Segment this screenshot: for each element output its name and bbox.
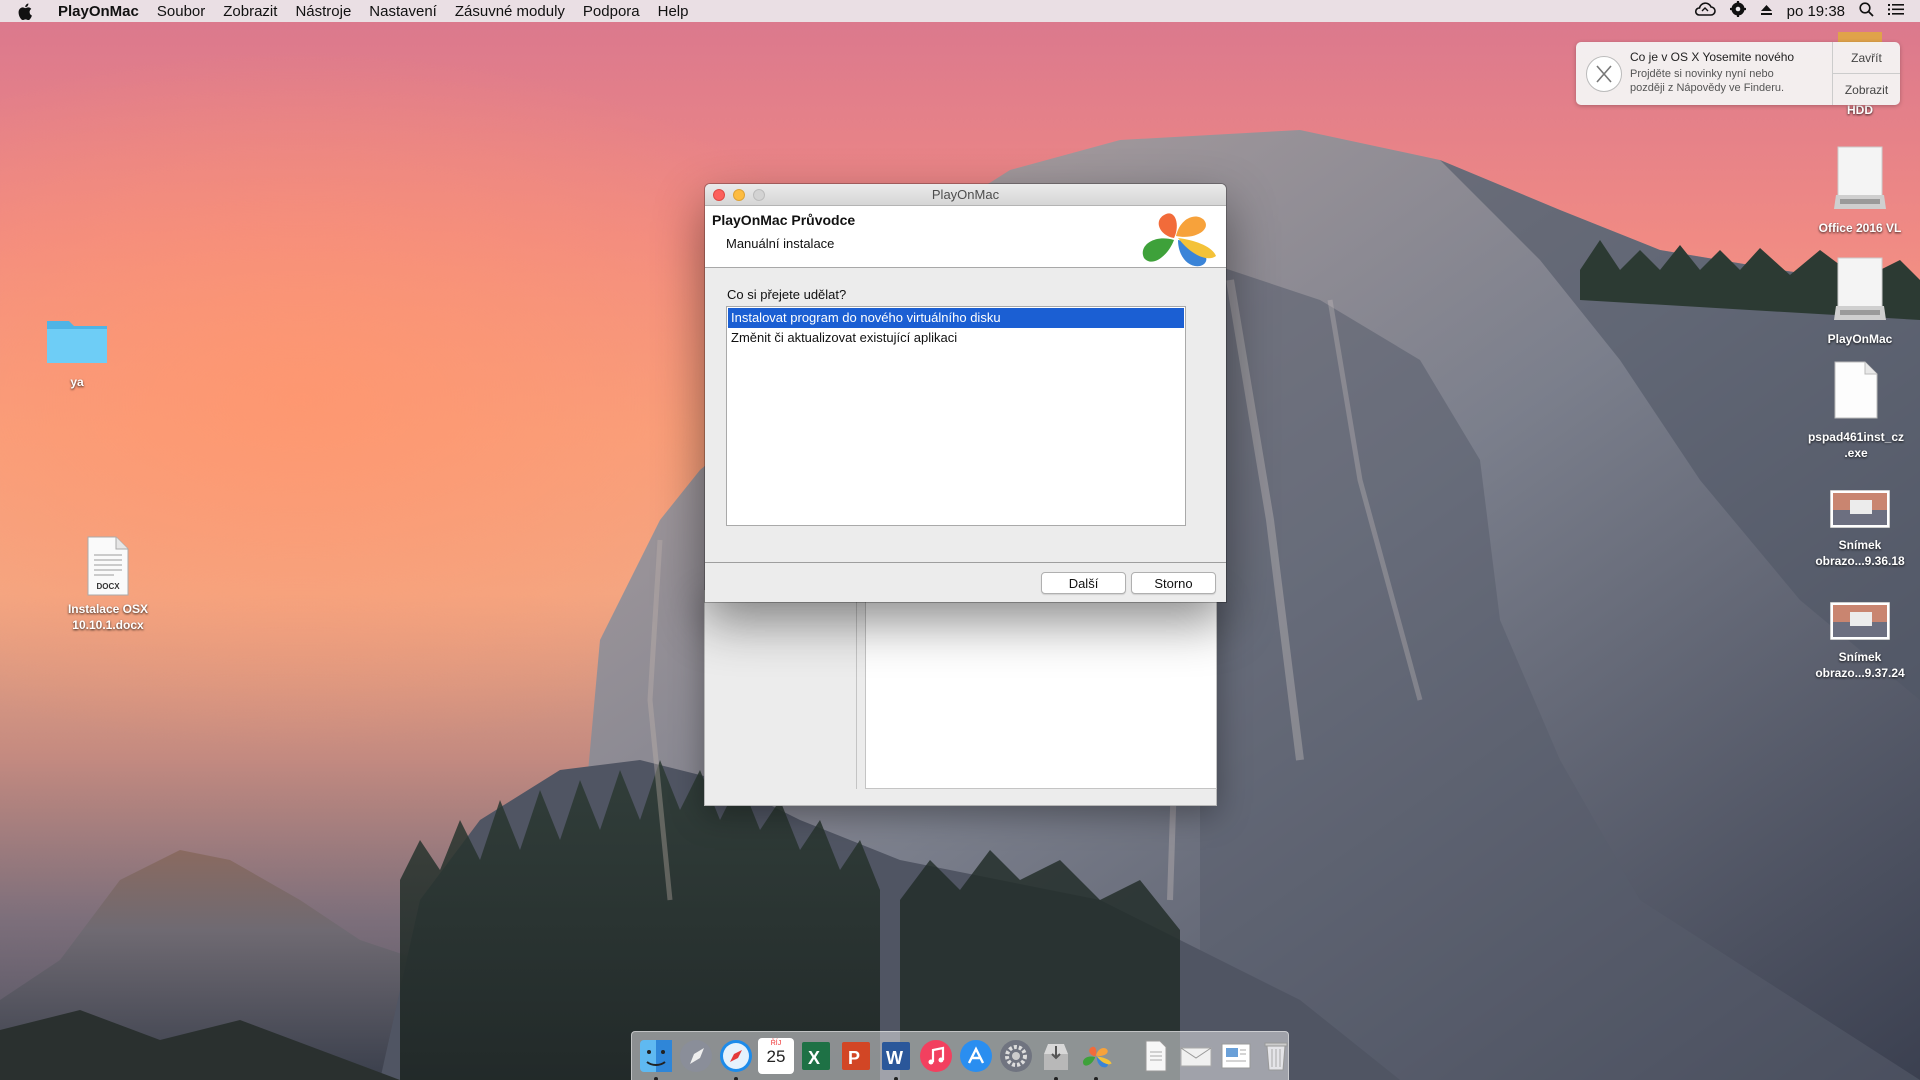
wizard-question: Co si přejete udělat? <box>727 287 847 302</box>
close-window-button[interactable] <box>713 189 725 201</box>
desktop-screenshot-2-label-1: Snímek <box>1838 650 1882 664</box>
desktop-folder-label: ya <box>70 375 84 389</box>
menu-app-name[interactable]: PlayOnMac <box>54 3 148 20</box>
word-icon[interactable]: W <box>878 1038 914 1080</box>
cloud-icon[interactable] <box>1694 2 1716 20</box>
dock: ŘÍJ 25 X P W <box>631 1031 1289 1080</box>
desktop-docx-file[interactable]: DOCX Instalace OSX 10.10.1.docx <box>53 535 163 633</box>
notification-body-line2: později z Nápovědy ve Finderu. <box>1630 82 1785 94</box>
desktop-screenshot-1[interactable]: Snímek obrazo...9.36.18 <box>1805 489 1915 569</box>
desktop-screenshot-2[interactable]: Snímek obrazo...9.37.24 <box>1805 601 1915 681</box>
background-window-content <box>865 591 1217 789</box>
menu-zasuvne-moduly[interactable]: Zásuvné moduly <box>446 3 574 20</box>
calendar-month: ŘÍJ <box>770 1040 782 1047</box>
desktop-screenshot-2-label-2: obrazo...9.37.24 <box>1815 666 1905 680</box>
wizard-header: PlayOnMac Průvodce Manuální instalace <box>705 206 1226 268</box>
safari-icon[interactable] <box>718 1038 754 1080</box>
notification-body: Projděte si novinky nyní nebo později z … <box>1630 67 1832 95</box>
screenshot-thumbnail-icon <box>1805 489 1915 533</box>
desktop-screenshot-1-label-2: obrazo...9.36.18 <box>1815 554 1905 568</box>
option-update-existing-app[interactable]: Změnit či aktualizovat existující aplika… <box>728 328 1184 348</box>
menu-zobrazit[interactable]: Zobrazit <box>214 3 286 20</box>
docx-badge: DOCX <box>96 582 120 591</box>
gear-icon[interactable] <box>1729 1 1746 21</box>
minimize-window-button[interactable] <box>733 189 745 201</box>
launchpad-icon[interactable] <box>678 1038 714 1074</box>
finder-icon[interactable] <box>638 1038 674 1080</box>
desktop-pspad-label-2: .exe <box>1844 446 1868 460</box>
next-button[interactable]: Další <box>1041 572 1126 594</box>
notification-close-button[interactable]: Zavřít <box>1833 42 1900 73</box>
playonmac-wizard-window: PlayOnMac PlayOnMac Průvodce Manuální in… <box>705 184 1226 602</box>
playonmac-clover-icon <box>1130 206 1222 273</box>
disk-image-icon <box>1805 145 1915 216</box>
footer-separator <box>705 562 1226 563</box>
eject-icon[interactable] <box>1760 3 1773 20</box>
background-window-sidebar <box>705 591 857 789</box>
list-icon[interactable] <box>1888 3 1904 20</box>
system-preferences-icon[interactable] <box>998 1038 1034 1074</box>
document-icon[interactable] <box>1138 1038 1174 1074</box>
menu-nastroje[interactable]: Nástroje <box>286 3 360 20</box>
playonmac-icon[interactable] <box>1078 1038 1114 1080</box>
zoom-window-button[interactable] <box>753 189 765 201</box>
svg-text:W: W <box>886 1048 903 1068</box>
desktop-folder-ya[interactable]: ya <box>22 313 132 390</box>
trash-icon[interactable] <box>1258 1038 1294 1074</box>
disk-image-icon <box>1805 256 1915 327</box>
desktop-pspad-exe[interactable]: pspad461inst_cz .exe <box>1801 360 1911 461</box>
wizard-subtitle: Manuální instalace <box>726 236 835 251</box>
notification-title: Co je v OS X Yosemite nového <box>1630 50 1795 64</box>
desktop-docx-label-1: Instalace OSX <box>67 602 149 616</box>
apple-icon[interactable] <box>18 3 40 20</box>
desktop-pspad-label-1: pspad461inst_cz <box>1807 430 1905 444</box>
mail-icon[interactable] <box>1178 1038 1214 1074</box>
screenshot-thumbnail-icon <box>1805 601 1915 645</box>
menubar-clock[interactable]: po 19:38 <box>1787 3 1845 20</box>
menu-help[interactable]: Help <box>649 3 698 20</box>
desktop-playonmac-disk[interactable]: PlayOnMac <box>1805 256 1915 347</box>
wizard-title: PlayOnMac Průvodce <box>712 212 856 228</box>
calendar-icon[interactable]: ŘÍJ 25 <box>758 1038 794 1074</box>
menu-soubor[interactable]: Soubor <box>148 3 214 20</box>
window-title: PlayOnMac <box>931 187 1000 202</box>
folder-icon <box>22 313 132 370</box>
desktop-playonmac-label: PlayOnMac <box>1827 332 1893 346</box>
svg-text:X: X <box>808 1048 820 1068</box>
exe-file-icon <box>1801 360 1911 425</box>
notification-body-line1: Projděte si novinky nyní nebo <box>1630 68 1774 80</box>
powerpoint-icon[interactable]: P <box>838 1038 874 1074</box>
notification-banner[interactable]: Co je v OS X Yosemite nového Projděte si… <box>1576 42 1900 105</box>
window-titlebar[interactable]: PlayOnMac <box>705 184 1226 206</box>
app-store-icon[interactable] <box>958 1038 994 1074</box>
excel-icon[interactable]: X <box>798 1038 834 1074</box>
options-listbox[interactable]: Instalovat program do nového virtuálního… <box>726 306 1186 526</box>
svg-text:P: P <box>848 1048 860 1068</box>
desktop-docx-label-2: 10.10.1.docx <box>72 618 144 632</box>
notification-show-button[interactable]: Zobrazit <box>1833 73 1900 105</box>
background-window[interactable] <box>704 590 1217 806</box>
cancel-button[interactable]: Storno <box>1131 572 1216 594</box>
menu-bar: PlayOnMac Soubor Zobrazit Nástroje Nasta… <box>0 0 1920 22</box>
preview-icon[interactable] <box>1218 1038 1254 1074</box>
option-install-new-disk[interactable]: Instalovat program do nového virtuálního… <box>728 308 1184 328</box>
search-icon[interactable] <box>1859 1 1874 21</box>
menu-podpora[interactable]: Podpora <box>574 3 649 20</box>
desktop-office-2016[interactable]: Office 2016 VL <box>1805 145 1915 236</box>
osx-x-icon <box>1586 56 1622 92</box>
menu-nastaveni[interactable]: Nastavení <box>360 3 446 20</box>
docx-file-icon: DOCX <box>84 535 132 597</box>
itunes-icon[interactable] <box>918 1038 954 1074</box>
installer-icon[interactable] <box>1038 1038 1074 1080</box>
calendar-day: 25 <box>766 1047 786 1066</box>
desktop-office-label: Office 2016 VL <box>1818 221 1902 235</box>
desktop-screenshot-1-label-1: Snímek <box>1838 538 1882 552</box>
